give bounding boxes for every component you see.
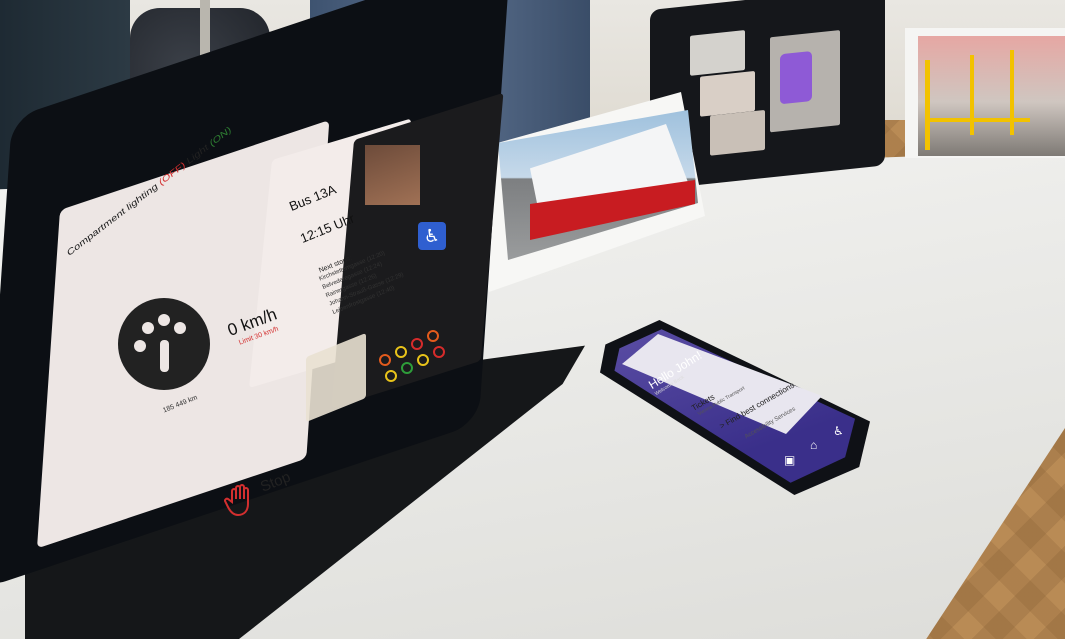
home-icon[interactable]: ⌂ [810, 438, 817, 452]
phone-in-video [780, 50, 812, 105]
speedometer-icon [118, 298, 210, 390]
ticket-icon[interactable]: ▣ [784, 453, 795, 467]
handrail [930, 118, 1030, 122]
accessibility-icon[interactable]: ♿ [833, 424, 844, 438]
handrail [925, 60, 930, 150]
handrail [970, 55, 974, 135]
video-tile [710, 109, 765, 156]
video-tile [700, 70, 755, 117]
photo-scene: ♿ Compartment lighting (OFF) Light (ON) … [0, 0, 1065, 639]
hand-stop-icon[interactable] [224, 482, 260, 518]
video-tile [690, 30, 745, 76]
warning-lights-icon [375, 320, 455, 390]
handrail [1010, 50, 1014, 135]
camera-feed [365, 145, 420, 205]
bus-interior-photo [918, 36, 1065, 156]
wheelchair-icon[interactable]: ♿ [418, 222, 446, 250]
